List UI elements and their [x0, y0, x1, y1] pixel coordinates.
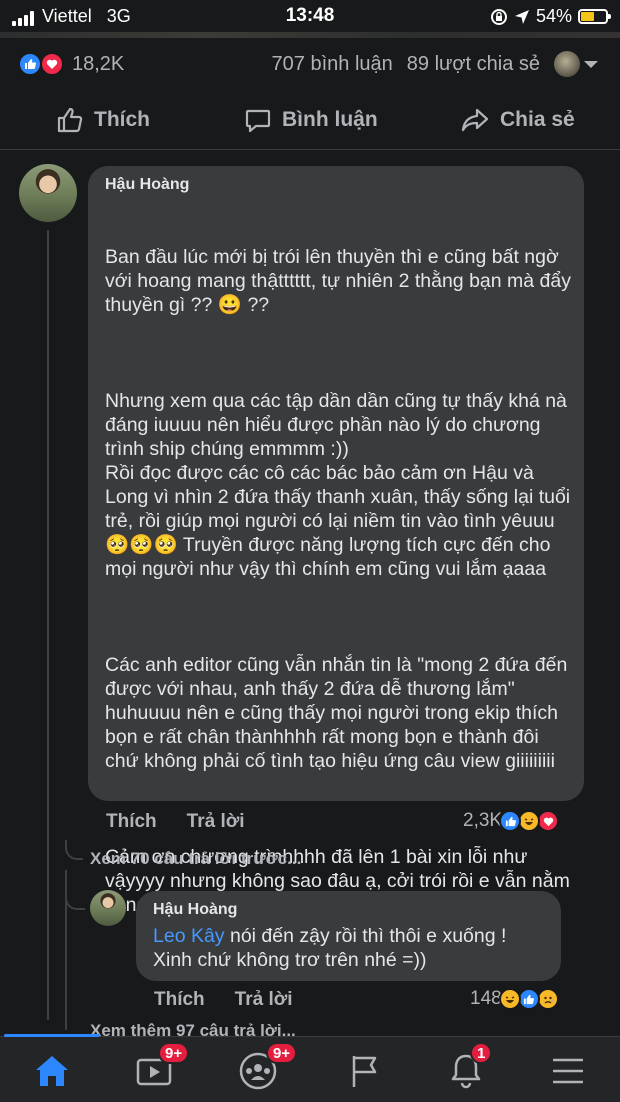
love-icon — [537, 810, 560, 832]
like-icon — [499, 810, 522, 832]
post-action-bar: Thích Bình luận Chia sẻ — [0, 96, 620, 150]
comment-icon — [245, 109, 271, 133]
comment-paragraph: Ban đầu lúc mới bị trói lên thuyền thì e… — [105, 246, 577, 316]
share-button[interactable]: Chia sẻ — [460, 106, 575, 134]
mention-link[interactable]: Leo Kây — [153, 925, 225, 947]
comment-button[interactable]: Bình luận — [244, 106, 378, 134]
reply-bubble[interactable]: Hậu Hoàng Leo Kây nói đến zậy rồi thì th… — [136, 891, 561, 981]
tab-menu[interactable] — [548, 1051, 588, 1091]
post-reaction-summary[interactable]: 18,2K 707 bình luận 89 lượt chia sẻ — [0, 44, 620, 84]
orientation-lock-icon — [490, 8, 507, 25]
comment-reply-button[interactable]: Trả lời — [187, 811, 245, 833]
comment-like-button[interactable]: Thích — [106, 811, 157, 833]
chevron-down-icon[interactable] — [584, 61, 598, 68]
battery-icon — [578, 9, 611, 24]
love-icon — [40, 52, 64, 76]
active-tab-indicator — [4, 1034, 100, 1037]
reply-reaction-count: 148 — [470, 988, 502, 1009]
post-media-edge — [0, 32, 620, 38]
comment-actions: Thích Trả lời — [106, 811, 245, 833]
comment-bubble[interactable]: Hậu Hoàng Ban đầu lúc mới bị trói lên th… — [88, 166, 584, 916]
reactor-avatar[interactable] — [554, 51, 580, 77]
tab-notifications[interactable]: 1 — [446, 1042, 493, 1091]
watch-badge: 9+ — [158, 1042, 190, 1064]
tab-home[interactable] — [32, 1051, 72, 1091]
reply-text-line: Xinh chứ không trơ trên nhé =)) — [153, 949, 427, 971]
comment-reaction-count: 2,3K — [463, 810, 503, 831]
haha-icon — [518, 810, 541, 832]
avatar[interactable] — [90, 890, 126, 926]
share-icon — [461, 108, 489, 132]
comment-label: Bình luận — [282, 108, 378, 131]
reply-text-line: nói đến zậy rồi thì thôi e xuống ! — [224, 925, 507, 947]
reply-text: Leo Kây nói đến zậy rồi thì thôi e xuống… — [153, 924, 553, 972]
like-icon — [18, 52, 42, 76]
tab-groups[interactable]: 9+ — [238, 1042, 298, 1091]
bottom-tab-bar: 9+ 9+ 1 — [0, 1034, 620, 1102]
reply-reactions[interactable]: 148 — [470, 988, 559, 1010]
flag-icon — [352, 1056, 377, 1087]
reply-reply-button[interactable]: Trả lời — [235, 989, 293, 1011]
battery-percent: 54% — [535, 6, 572, 26]
thread-connector — [65, 890, 85, 910]
avatar[interactable] — [19, 164, 77, 222]
thumbs-up-icon — [57, 107, 83, 133]
status-bar: Viettel 3G 13:48 54% — [0, 0, 620, 34]
comment-paragraph: Nhưng xem qua các tập dần dần cũng tự th… — [105, 390, 571, 580]
comment-count-link[interactable]: 707 bình luận — [272, 53, 393, 76]
reaction-count: 18,2K — [72, 53, 125, 75]
view-previous-replies[interactable]: Xem 70 câu trả lời trước... — [90, 849, 301, 869]
like-button[interactable]: Thích — [56, 106, 150, 134]
share-count-link[interactable]: 89 lượt chia sẻ — [407, 53, 540, 76]
location-icon — [514, 9, 529, 24]
reply-actions: Thích Trả lời — [154, 989, 293, 1011]
like-icon — [517, 988, 540, 1010]
share-label: Chia sẻ — [500, 108, 575, 131]
tab-watch[interactable]: 9+ — [134, 1042, 190, 1091]
comment-reactions[interactable]: 2,3K — [463, 810, 560, 832]
home-icon — [36, 1056, 68, 1086]
groups-badge: 9+ — [266, 1042, 298, 1064]
haha-icon — [498, 988, 521, 1010]
comment-paragraph: Các anh editor cũng vẫn nhắn tin là "mon… — [105, 654, 573, 772]
tab-pages[interactable] — [344, 1051, 384, 1091]
menu-icon — [553, 1058, 583, 1084]
reply-like-button[interactable]: Thích — [154, 989, 205, 1011]
reply-author[interactable]: Hậu Hoàng — [153, 901, 237, 919]
status-right: 54% — [490, 6, 611, 27]
sad-icon — [536, 988, 559, 1010]
comment-author[interactable]: Hậu Hoàng — [105, 176, 189, 194]
notifications-badge: 1 — [470, 1042, 493, 1064]
thread-connector — [65, 840, 83, 860]
thread-line — [47, 230, 49, 1020]
like-label: Thích — [94, 108, 150, 131]
